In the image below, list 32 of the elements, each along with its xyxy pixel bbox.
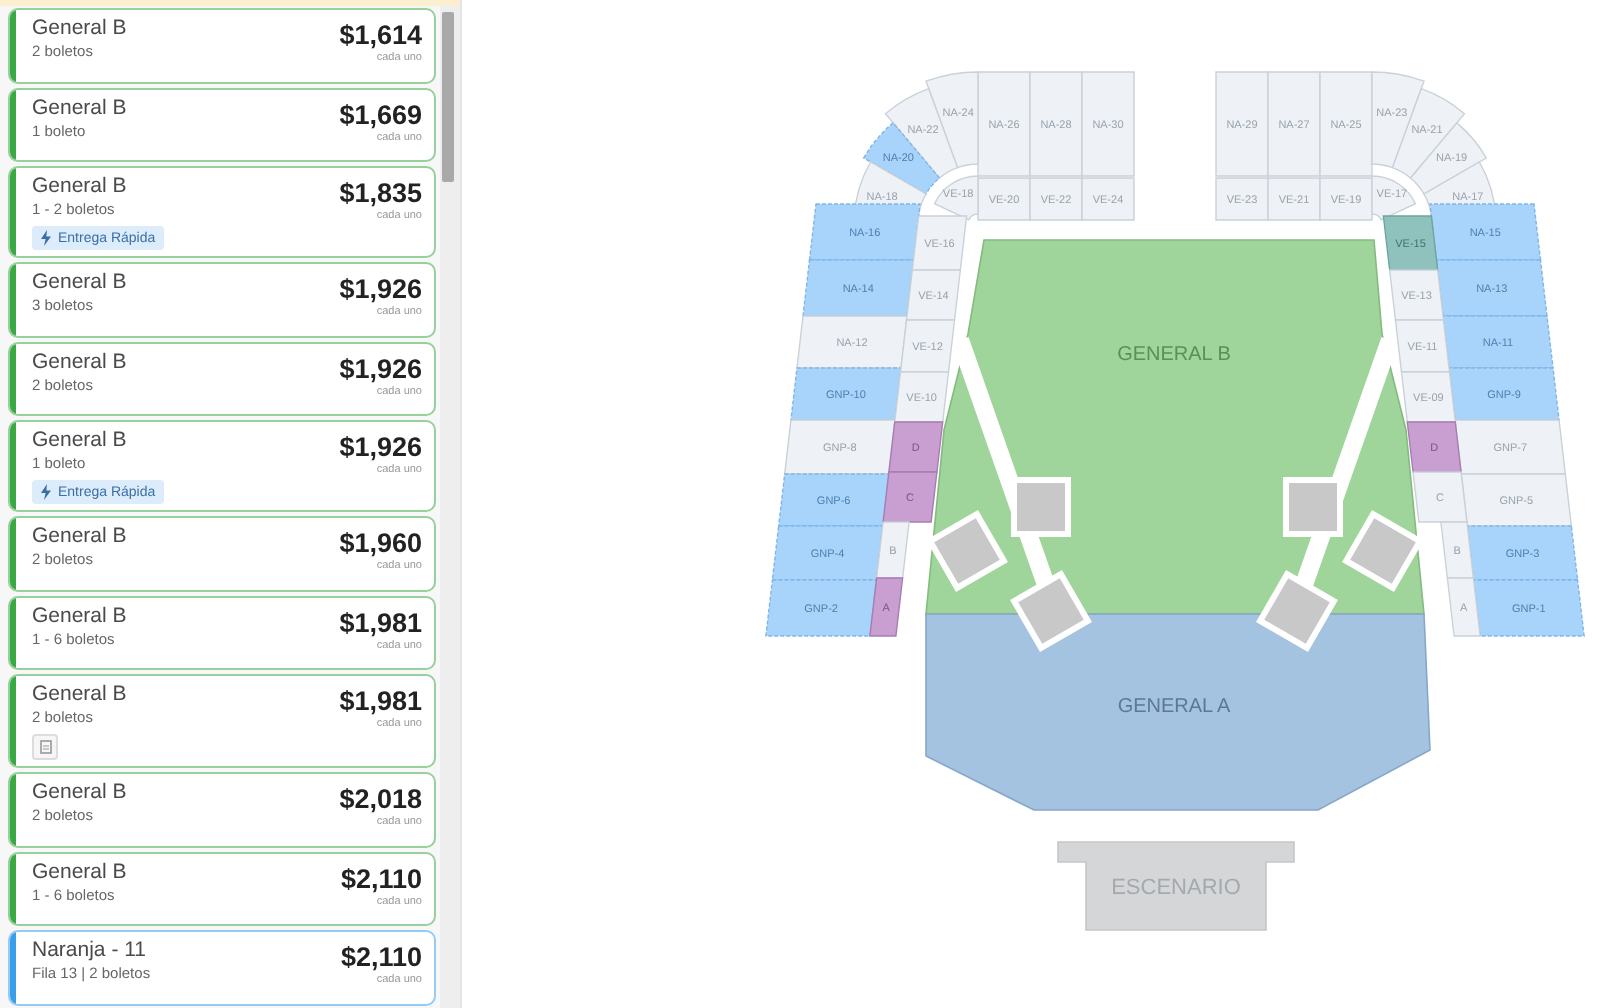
listing-price: $2,110 xyxy=(340,940,422,974)
listing-title: General B xyxy=(32,524,127,550)
scrollbar-thumb[interactable] xyxy=(442,12,454,182)
lightning-icon xyxy=(40,230,52,246)
listing-price: $1,981 xyxy=(339,684,422,718)
listing-title: General B xyxy=(32,174,127,200)
listing-title: General B xyxy=(32,859,127,885)
listing-price: $1,926 xyxy=(339,430,422,464)
listing-price: $1,835 xyxy=(339,176,422,210)
lightning-icon xyxy=(40,484,52,500)
document-icon xyxy=(39,740,51,754)
listing-title: Naranja - 11 xyxy=(32,938,147,964)
listing-price: $1,981 xyxy=(339,605,422,639)
listing-title: General B xyxy=(32,428,127,454)
listing-price: $2,110 xyxy=(340,861,422,895)
listing-title: General B xyxy=(32,780,127,806)
listing-price: $1,926 xyxy=(339,272,422,306)
listing-title: General B xyxy=(32,270,127,296)
listing-price: $1,960 xyxy=(339,526,422,560)
listing-title: General B xyxy=(32,16,127,42)
listing-price: $1,614 xyxy=(339,18,422,52)
listing-price: $1,669 xyxy=(339,97,422,131)
scrollbar-track[interactable] xyxy=(440,6,460,1008)
platform xyxy=(1283,477,1343,537)
listing-title: General B xyxy=(32,349,127,375)
floor-zone[interactable]: GENERAL A xyxy=(925,613,1431,811)
listing-title: General B xyxy=(32,682,127,708)
listing-price: $2,018 xyxy=(339,782,422,816)
platform xyxy=(1011,477,1071,537)
listing-price: $1,926 xyxy=(339,351,422,385)
listing-title: General B xyxy=(32,95,127,121)
listing-title: General B xyxy=(32,603,127,629)
